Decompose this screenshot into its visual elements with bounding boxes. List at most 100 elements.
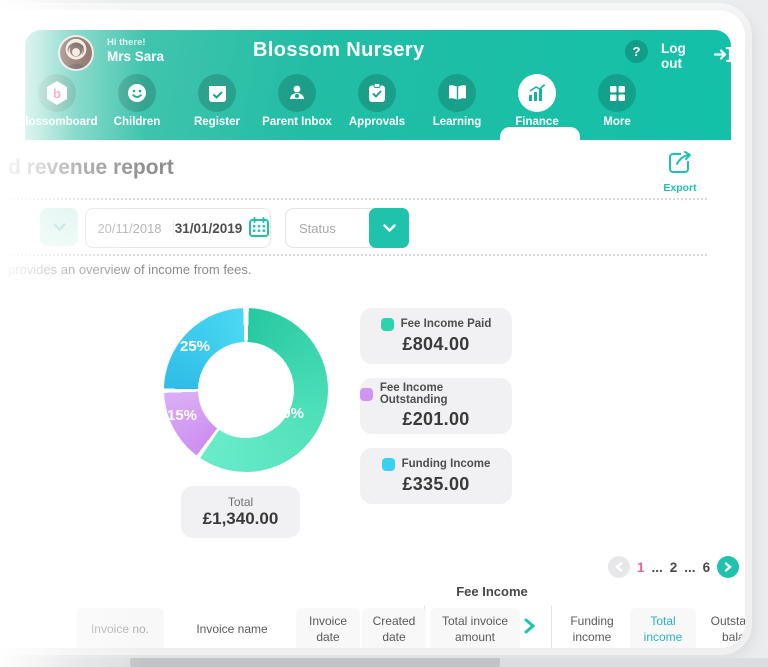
nav-label: Learning [417,116,497,128]
slice-label-funding: 25% [180,338,210,355]
status-placeholder: Status [286,221,336,236]
col-line: date [382,630,405,646]
col-outstanding-balance[interactable]: Outstanding balance [698,608,745,648]
active-tab-indicator [500,127,580,140]
user-name: Mrs Sara [107,49,164,66]
total-value: £1,340.00 [203,509,279,529]
nav-label: Children [97,116,177,128]
export-label: Export [649,182,711,194]
status-dropdown-button[interactable] [369,208,409,248]
open-book-icon [438,74,476,112]
legend-value: £201.00 [402,409,469,430]
topbar: Hi there! Mrs Sara Blossom Nursery ? Log… [25,30,731,140]
clipboard-check-icon [358,74,396,112]
legend-card-funding: Funding Income £335.00 [360,448,512,504]
col-line: Outstanding [711,614,745,630]
calendar-check-icon [198,74,236,112]
col-line: date [316,630,339,646]
col-line: Funding [570,614,613,630]
nav-item-blossomboard[interactable]: b Blossomboard [17,74,97,140]
col-line: income [644,630,683,646]
horizontal-scrollbar[interactable] [130,658,500,667]
col-line: Invoice name [196,622,267,638]
total-label: Total [228,495,253,509]
logout-icon [714,47,731,65]
outstanding-swatch [360,388,373,401]
legend-value: £804.00 [402,334,469,355]
column-divider [551,606,552,648]
nav-item-learning[interactable]: Learning [417,74,497,140]
col-line: amount [455,630,495,646]
date-to-field[interactable]: 31/01/2019 [174,217,270,240]
grid-icon [598,74,636,112]
page-ellipsis: ... [684,560,695,575]
col-invoice-name[interactable]: Invoice name [170,608,294,648]
pagination: 1 ... 2 ... 6 [608,556,739,578]
logout-button[interactable]: Log out [661,41,731,71]
date-from-field[interactable]: 20/11/2018 [86,221,174,236]
avatar[interactable] [58,35,94,71]
legend-label: Fee Income Outstanding [380,382,512,406]
app-title: Blossom Nursery [253,39,425,62]
col-created-date[interactable]: Created date [362,608,426,648]
col-line: Invoice [309,614,347,630]
total-card: Total £1,340.00 [181,486,300,538]
legend-card-paid: Fee Income Paid £804.00 [360,308,512,364]
page-number[interactable]: 2 [670,560,678,575]
nav-item-parent-inbox[interactable]: Parent Inbox [257,74,337,140]
divider [8,254,707,256]
greeting-text: Hi there! [107,37,164,49]
col-line: Total [650,614,675,630]
table-group-header: Fee Income [402,584,582,599]
date-range-picker[interactable]: 20/11/2018 31/01/2019 [85,208,271,248]
page-number[interactable]: 6 [703,560,711,575]
slice-label-outstanding: 15% [167,407,197,424]
col-line: income [573,630,612,646]
nav-item-approvals[interactable]: Approvals [337,74,417,140]
next-page-button[interactable] [717,556,739,578]
funding-swatch [382,458,395,471]
smiley-face-icon [118,74,156,112]
export-icon [667,163,693,180]
page-ellipsis: ... [652,560,663,575]
svg-text:b: b [53,86,61,101]
paid-swatch [381,318,394,331]
col-total-invoice-amount[interactable]: Total invoice amount [430,608,520,648]
col-line: Created [373,614,416,630]
expand-columns-chevron[interactable] [524,618,535,639]
app-window: Hi there! Mrs Sara Blossom Nursery ? Log… [0,0,768,667]
nav-item-more[interactable]: More [577,74,657,140]
col-funding-income[interactable]: Funding income [556,608,628,648]
nav-item-register[interactable]: Register [177,74,257,140]
main-nav: b Blossomboard Children Register [17,74,697,140]
donut-chart: 60% 15% 25% [164,308,328,472]
nav-label: More [577,116,657,128]
page-title: d revenue report [8,156,174,180]
nav-label: Register [177,116,257,128]
calendar-icon [249,217,269,240]
report-type-dropdown[interactable] [40,208,78,246]
nav-item-children[interactable]: Children [97,74,177,140]
status-dropdown[interactable]: Status [285,208,409,248]
greeting: Hi there! Mrs Sara [107,37,164,66]
bar-chart-icon [518,74,556,112]
donut-hole [198,342,294,438]
main-card: Hi there! Mrs Sara Blossom Nursery ? Log… [0,10,745,648]
col-invoice-date[interactable]: Invoice date [296,608,360,648]
legend-value: £335.00 [402,474,469,495]
col-invoice-no[interactable]: Invoice no. [76,608,164,648]
window-bottom-edge [0,658,768,667]
help-button[interactable]: ? [625,40,648,63]
header-row: Hi there! Mrs Sara Blossom Nursery ? Log… [25,30,731,74]
blossom-logo-icon: b [38,74,76,112]
slice-label-paid: 60% [274,405,304,422]
prev-page-button[interactable] [608,556,630,578]
export-button[interactable]: Export [649,150,711,194]
date-to-value: 31/01/2019 [175,221,243,236]
page-number-current[interactable]: 1 [637,560,645,575]
col-total-income[interactable]: Total income [630,608,696,648]
col-line: balance [722,630,745,646]
parent-person-icon [278,74,316,112]
legend-label: Funding Income [402,458,491,470]
col-line: Invoice no. [91,622,149,638]
